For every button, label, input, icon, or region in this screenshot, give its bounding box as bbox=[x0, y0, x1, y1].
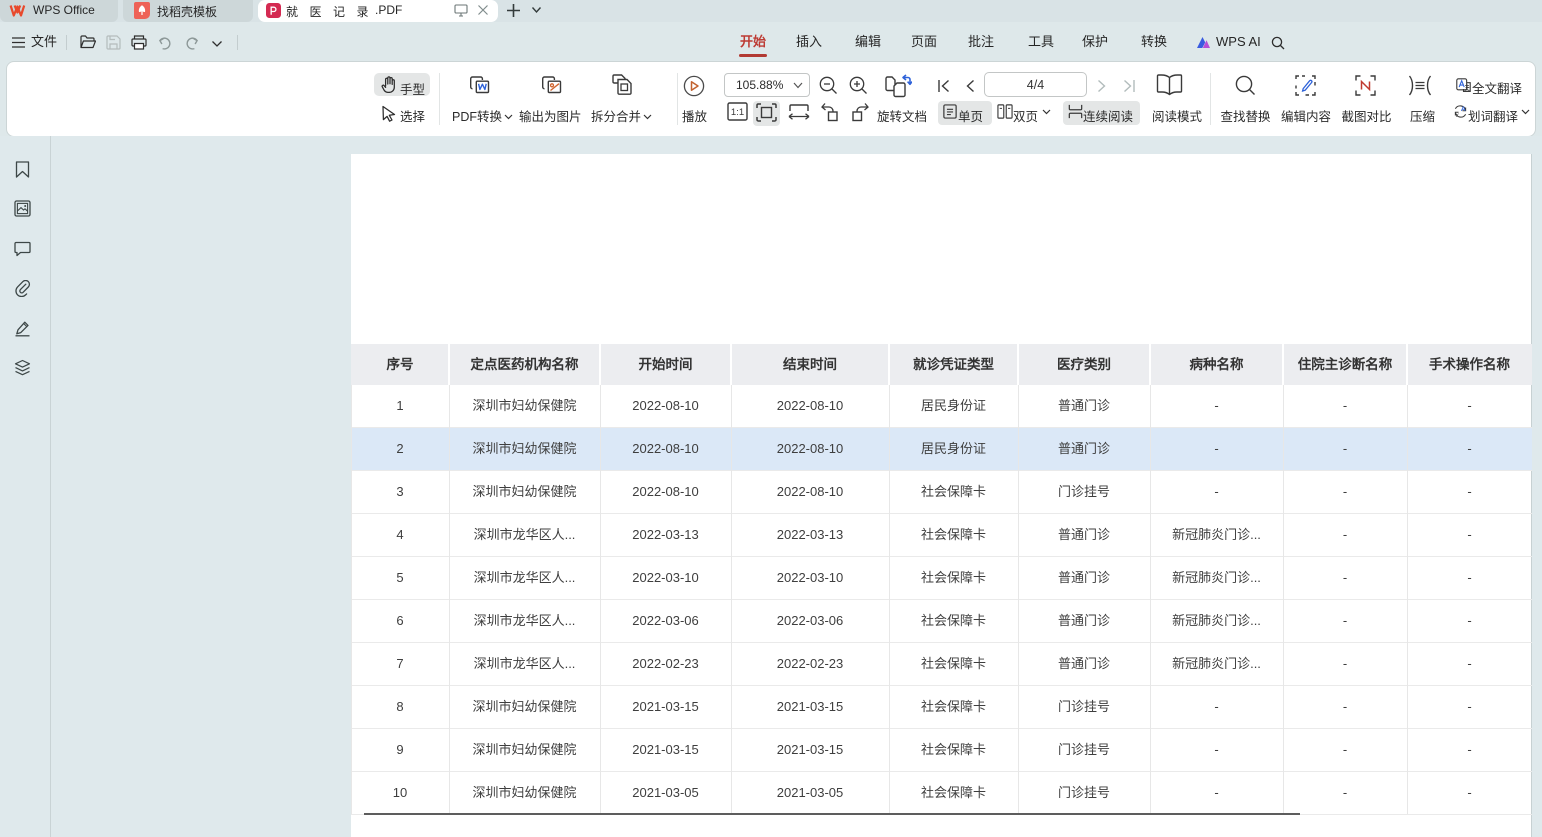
svg-text:A: A bbox=[1461, 106, 1466, 113]
svg-text:x: x bbox=[1456, 112, 1460, 119]
svg-text:1:1: 1:1 bbox=[731, 107, 744, 118]
